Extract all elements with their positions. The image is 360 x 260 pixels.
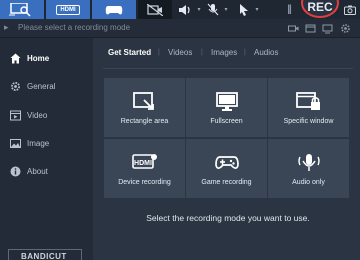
record-label: REC xyxy=(307,0,333,14)
screen-icon[interactable] xyxy=(322,23,333,34)
mode-label: Game recording xyxy=(201,179,252,186)
sidebar-item-video[interactable]: Video xyxy=(0,102,93,128)
sidebar-item-label: Home xyxy=(27,53,50,63)
gear-icon[interactable] xyxy=(340,23,351,34)
pause-icon: || xyxy=(287,4,292,15)
gamepad-icon xyxy=(105,5,123,14)
tab-separator: | xyxy=(201,49,203,56)
chevron-down-icon: ▾ xyxy=(224,7,228,13)
tab-audios[interactable]: Audios xyxy=(254,48,278,57)
sidebar-item-label: General xyxy=(27,81,56,91)
window-icon[interactable] xyxy=(305,23,316,34)
collapse-chevron-icon[interactable]: ▸ xyxy=(4,22,9,33)
bandicut-banner[interactable]: BANDICUT xyxy=(8,249,82,260)
image-icon xyxy=(9,137,21,149)
gear-icon xyxy=(9,80,21,92)
cursor-icon xyxy=(240,3,248,16)
instruction-text: Select the recording mode you want to us… xyxy=(146,213,310,223)
rectangle-area-icon xyxy=(132,92,157,112)
mode-specific-window[interactable]: Specific window xyxy=(268,78,349,137)
gamepad-icon xyxy=(214,153,239,173)
sidebar-item-label: Image xyxy=(27,138,50,148)
tab-separator: | xyxy=(158,49,160,56)
mode-fullscreen[interactable]: Fullscreen xyxy=(186,78,267,137)
hdmi-icon: HDMI xyxy=(131,153,158,173)
webcam-off-icon xyxy=(147,3,163,16)
chevron-down-icon: ▾ xyxy=(255,7,259,13)
hdmi-icon: HDMI xyxy=(56,4,80,15)
sidebar-item-label: Video xyxy=(27,110,48,120)
cursor-dropdown[interactable]: ▾ xyxy=(253,0,261,19)
microphone-button[interactable] xyxy=(205,0,221,19)
camera-icon xyxy=(344,5,356,15)
status-message: Please select a recording mode xyxy=(18,23,131,32)
mode-game-recording[interactable]: Game recording xyxy=(186,139,267,198)
mode-label: Device recording xyxy=(118,179,171,186)
window-lock-icon xyxy=(295,92,322,112)
record-button[interactable]: REC xyxy=(301,0,339,18)
webcam-toggle-button[interactable] xyxy=(138,0,172,19)
sidebar-item-home[interactable]: Home xyxy=(0,45,93,71)
tab-divider xyxy=(103,68,353,69)
bandicut-logo-text: BANDICUT xyxy=(21,252,67,260)
video-icon xyxy=(9,109,21,121)
tab-get-started[interactable]: Get Started xyxy=(108,48,151,57)
speaker-dropdown[interactable]: ▾ xyxy=(195,0,203,19)
chevron-down-icon: ▾ xyxy=(197,7,201,13)
tab-videos[interactable]: Videos xyxy=(168,48,192,57)
mode-audio-only[interactable]: Audio only xyxy=(268,139,349,198)
tab-images[interactable]: Images xyxy=(211,48,237,57)
video-camera-icon[interactable] xyxy=(288,23,299,34)
sidebar-item-image[interactable]: Image xyxy=(0,130,93,156)
mode-label: Specific window xyxy=(283,118,334,125)
monitor-icon xyxy=(215,92,239,112)
sidebar-item-general[interactable]: General xyxy=(0,73,93,99)
sidebar-item-about[interactable]: About xyxy=(0,158,93,184)
status-bar: ▸ Please select a recording mode xyxy=(0,19,360,38)
mode-device-recording[interactable]: HDMI Device recording xyxy=(104,139,185,198)
svg-text:HDMI: HDMI xyxy=(134,160,152,167)
tab-separator: | xyxy=(244,49,246,56)
screenshot-button[interactable] xyxy=(343,0,357,19)
microphone-dropdown[interactable]: ▾ xyxy=(222,0,230,19)
home-icon xyxy=(9,52,21,64)
info-icon xyxy=(9,165,21,177)
mode-label: Audio only xyxy=(292,179,325,186)
speaker-button[interactable] xyxy=(176,0,194,19)
mode-rectangle-area[interactable]: Rectangle area xyxy=(104,78,185,137)
screen-mode-button[interactable] xyxy=(0,0,44,19)
sidebar-item-label: About xyxy=(27,166,48,176)
pause-button[interactable]: || xyxy=(282,0,296,19)
microphone-icon xyxy=(297,153,321,173)
game-mode-button[interactable] xyxy=(92,0,136,19)
sidebar: Home General Video Image About BANDICUT xyxy=(0,38,93,260)
mode-label: Rectangle area xyxy=(120,118,169,125)
top-toolbar: HDMI ▾ ▾ ▾ || REC xyxy=(0,0,360,19)
cursor-button[interactable] xyxy=(236,0,252,19)
mode-label: Fullscreen xyxy=(210,118,243,125)
device-mode-button[interactable]: HDMI xyxy=(46,0,90,19)
microphone-muted-icon xyxy=(207,3,219,16)
screen-search-icon xyxy=(9,2,31,17)
speaker-icon xyxy=(179,4,190,15)
